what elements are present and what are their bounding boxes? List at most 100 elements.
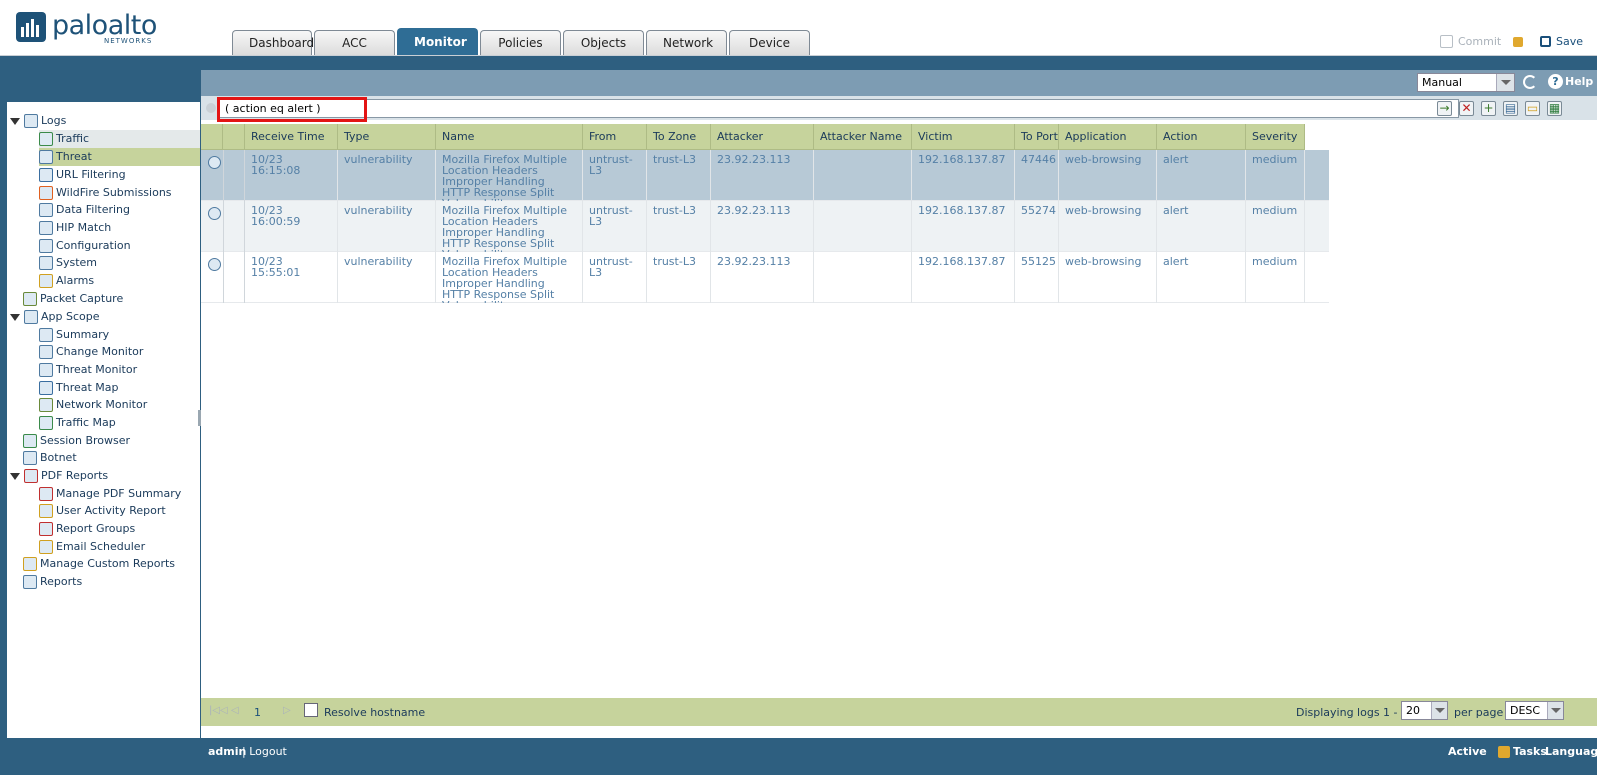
column-header-attacker[interactable]: Attacker <box>711 124 814 150</box>
cell-application[interactable]: web-browsing <box>1059 252 1157 303</box>
cell-victim[interactable]: 192.168.137.87 <box>912 252 1015 303</box>
sidebar-item-user-activity-report[interactable]: User Activity Report <box>39 502 200 520</box>
table-row[interactable]: 10/23 16:15:08 vulnerability Mozilla Firef… <box>201 150 1329 201</box>
commit-button[interactable]: Commit <box>1440 35 1528 48</box>
row-select-cell[interactable] <box>223 150 245 201</box>
cell-application[interactable]: web-browsing <box>1059 201 1157 252</box>
sidebar-item-configuration[interactable]: Configuration <box>39 237 200 255</box>
sidebar-item-change-monitor[interactable]: Change Monitor <box>39 343 200 361</box>
cell-to-zone[interactable]: trust-L3 <box>647 150 711 201</box>
cell-from-zone[interactable]: untrust-L3 <box>583 150 647 201</box>
cell-name[interactable]: Mozilla Firefox Multiple Location Header… <box>436 201 583 252</box>
tab-acc[interactable]: ACC <box>314 30 395 55</box>
cell-receive-time[interactable]: 10/23 15:55:01 <box>245 252 338 303</box>
cell-attacker[interactable]: 23.92.23.113 <box>711 150 814 201</box>
sidebar-item-session-browser[interactable]: Session Browser <box>23 432 200 450</box>
cell-victim[interactable]: 192.168.137.87 <box>912 201 1015 252</box>
cell-type[interactable]: vulnerability <box>338 201 436 252</box>
cell-name[interactable]: Mozilla Firefox Multiple Location Header… <box>436 150 583 201</box>
cell-attacker[interactable]: 23.92.23.113 <box>711 252 814 303</box>
cell-to-port[interactable]: 55274 <box>1015 201 1059 252</box>
column-header-victim[interactable]: Victim <box>912 124 1015 150</box>
next-page-icon[interactable]: ▷ <box>283 705 291 716</box>
expand-triangle-icon[interactable] <box>10 472 20 480</box>
log-detail-icon[interactable] <box>208 207 221 220</box>
save-button[interactable]: Save <box>1540 35 1583 48</box>
table-row[interactable]: 10/23 16:00:59 vulnerability Mozilla Firef… <box>201 201 1329 252</box>
sidebar-item-system[interactable]: System <box>39 254 200 272</box>
sidebar-item-manage-pdf-summary[interactable]: Manage PDF Summary <box>39 485 200 503</box>
sidebar-item-network-monitor[interactable]: Network Monitor <box>39 396 200 414</box>
page-number[interactable]: 1 <box>254 706 261 719</box>
sidebar-item-alarms[interactable]: Alarms <box>39 272 200 290</box>
cell-to-zone[interactable]: trust-L3 <box>647 201 711 252</box>
cell-severity[interactable]: medium <box>1246 252 1305 303</box>
expand-triangle-icon[interactable] <box>10 313 20 321</box>
resolve-hostname-checkbox[interactable] <box>304 703 318 717</box>
tab-network[interactable]: Network <box>646 30 727 55</box>
sort-order-select[interactable]: DESC <box>1505 701 1564 720</box>
column-header-attacker-name[interactable]: Attacker Name <box>814 124 912 150</box>
cell-receive-time[interactable]: 10/23 16:00:59 <box>245 201 338 252</box>
cell-name[interactable]: Mozilla Firefox Multiple Location Header… <box>436 252 583 303</box>
cell-from-zone[interactable]: untrust-L3 <box>583 252 647 303</box>
cell-type[interactable]: vulnerability <box>338 252 436 303</box>
column-header-from-zone[interactable]: From Zone <box>583 124 647 169</box>
cell-attacker[interactable]: 23.92.23.113 <box>711 201 814 252</box>
cell-from-zone[interactable]: untrust-L3 <box>583 201 647 252</box>
cell-to-port[interactable]: 47446 <box>1015 150 1059 201</box>
cell-to-port[interactable]: 55125 <box>1015 252 1059 303</box>
sidebar-item-reports[interactable]: Reports <box>23 573 200 591</box>
expand-triangle-icon[interactable] <box>10 117 20 125</box>
sidebar-item-pdf-reports[interactable]: PDF Reports <box>10 467 200 485</box>
cell-receive-time[interactable]: 10/23 16:15:08 <box>245 150 338 201</box>
column-header-name[interactable]: Name <box>436 124 583 150</box>
sidebar-item-email-scheduler[interactable]: Email Scheduler <box>39 538 200 556</box>
chevron-down-icon[interactable] <box>1431 702 1447 719</box>
sidebar-item-app-scope[interactable]: App Scope <box>10 308 200 326</box>
language-link[interactable]: Language <box>1545 745 1597 758</box>
save-filter-icon[interactable]: ▤ <box>1503 101 1518 116</box>
tab-device[interactable]: Device <box>729 30 810 55</box>
sidebar-item-traffic-map[interactable]: Traffic Map <box>39 414 200 432</box>
tab-policies[interactable]: Policies <box>480 30 561 55</box>
column-header-to-port[interactable]: To Port <box>1015 124 1059 150</box>
first-page-icon[interactable]: |◁◁ <box>209 705 228 716</box>
table-row[interactable]: 10/23 15:55:01 vulnerability Mozilla Firef… <box>201 252 1329 303</box>
cell-to-zone[interactable]: trust-L3 <box>647 252 711 303</box>
help-button[interactable]: ? Help <box>1548 74 1593 89</box>
column-header-to-zone[interactable]: To Zone <box>647 124 711 150</box>
clear-filter-icon[interactable]: ✕ <box>1459 101 1474 116</box>
column-header-action[interactable]: Action <box>1157 124 1246 150</box>
cell-application[interactable]: web-browsing <box>1059 150 1157 201</box>
tab-dashboard[interactable]: Dashboard <box>232 30 314 55</box>
cell-severity[interactable]: medium <box>1246 201 1305 252</box>
sidebar-item-packet-capture[interactable]: Packet Capture <box>23 290 200 308</box>
sidebar-item-threat[interactable]: Threat <box>39 148 200 166</box>
chevron-down-icon[interactable] <box>1547 702 1563 719</box>
sidebar-item-manage-custom-reports[interactable]: Manage Custom Reports <box>23 555 200 573</box>
add-filter-icon[interactable]: + <box>1481 101 1496 116</box>
cell-type[interactable]: vulnerability <box>338 150 436 201</box>
lock-icon[interactable] <box>1513 36 1524 47</box>
sidebar-item-data-filtering[interactable]: Data Filtering <box>39 201 200 219</box>
sidebar-item-hip-match[interactable]: HIP Match <box>39 219 200 237</box>
row-select-cell[interactable] <box>223 252 245 303</box>
prev-page-icon[interactable]: ◁ <box>231 705 239 716</box>
sidebar-item-wildfire-submissions[interactable]: WildFire Submissions <box>39 184 200 202</box>
cell-severity[interactable]: medium <box>1246 150 1305 201</box>
tasks-button[interactable]: Tasks <box>1498 745 1547 758</box>
filter-input[interactable] <box>219 99 1459 118</box>
tab-monitor[interactable]: Monitor <box>397 28 478 55</box>
sidebar-item-report-groups[interactable]: Report Groups <box>39 520 200 538</box>
per-page-select[interactable]: 20 <box>1401 701 1448 720</box>
refresh-interval-select[interactable]: Manual <box>1417 73 1515 92</box>
active-status[interactable]: Active <box>1448 745 1487 758</box>
cell-victim[interactable]: 192.168.137.87 <box>912 150 1015 201</box>
cell-action[interactable]: alert <box>1157 150 1246 201</box>
sidebar-item-threat-map[interactable]: Threat Map <box>39 379 200 397</box>
sidebar-item-logs[interactable]: Logs <box>10 112 200 130</box>
refresh-icon[interactable] <box>1523 75 1537 89</box>
column-header-severity[interactable]: Severity <box>1246 124 1305 150</box>
tab-objects[interactable]: Objects <box>563 30 644 55</box>
